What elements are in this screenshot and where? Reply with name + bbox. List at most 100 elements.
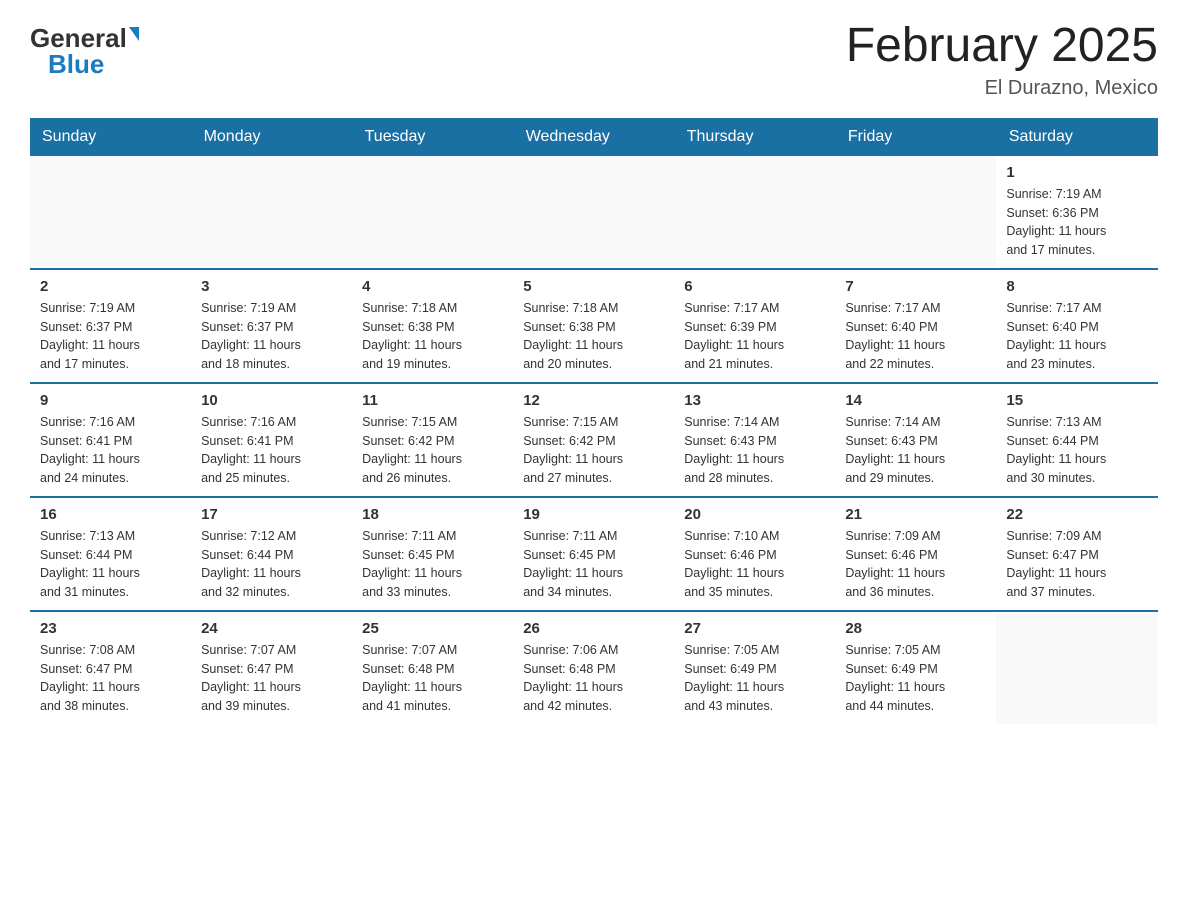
- day-info: Sunrise: 7:09 AM Sunset: 6:46 PM Dayligh…: [845, 527, 986, 602]
- weekday-header-wednesday: Wednesday: [513, 118, 674, 156]
- calendar-header: SundayMondayTuesdayWednesdayThursdayFrid…: [30, 118, 1158, 156]
- day-number: 23: [40, 620, 181, 637]
- day-info: Sunrise: 7:08 AM Sunset: 6:47 PM Dayligh…: [40, 641, 181, 716]
- calendar-cell: 15Sunrise: 7:13 AM Sunset: 6:44 PM Dayli…: [996, 383, 1157, 497]
- calendar-cell: 7Sunrise: 7:17 AM Sunset: 6:40 PM Daylig…: [835, 269, 996, 383]
- calendar-cell: 6 Sunrise: 7:17 AM Sunset: 6:39 PM Daylig…: [674, 269, 835, 383]
- day-number: 4: [362, 278, 503, 295]
- day-info: Sunrise: 7:11 AM Sunset: 6:45 PM Dayligh…: [523, 527, 664, 602]
- day-number: 12: [523, 392, 664, 409]
- day-number: 25: [362, 620, 503, 637]
- calendar-cell: 20 Sunrise: 7:10 AM Sunset: 6:46 PM Dayli…: [674, 497, 835, 611]
- logo-general-text: General: [30, 25, 127, 51]
- weekday-header-saturday: Saturday: [996, 118, 1157, 156]
- calendar-cell: 16 Sunrise: 7:13 AM Sunset: 6:44 PM Dayli…: [30, 497, 191, 611]
- day-info: Sunrise: 7:19 AM Sunset: 6:37 PM Dayligh…: [40, 299, 181, 374]
- calendar-cell: 19 Sunrise: 7:11 AM Sunset: 6:45 PM Dayli…: [513, 497, 674, 611]
- calendar-cell: 12 Sunrise: 7:15 AM Sunset: 6:42 PM Dayli…: [513, 383, 674, 497]
- weekday-header-row: SundayMondayTuesdayWednesdayThursdayFrid…: [30, 118, 1158, 156]
- day-info: Sunrise: 7:07 AM Sunset: 6:47 PM Dayligh…: [201, 641, 342, 716]
- day-number: 11: [362, 392, 503, 409]
- day-number: 18: [362, 506, 503, 523]
- day-number: 8: [1006, 278, 1147, 295]
- day-number: 10: [201, 392, 342, 409]
- day-info: Sunrise: 7:14 AM Sunset: 6:43 PM Dayligh…: [684, 413, 825, 488]
- day-number: 3: [201, 278, 342, 295]
- calendar-cell: 27Sunrise: 7:05 AM Sunset: 6:49 PM Dayli…: [674, 611, 835, 724]
- day-number: 9: [40, 392, 181, 409]
- calendar-cell: 9 Sunrise: 7:16 AM Sunset: 6:41 PM Daylig…: [30, 383, 191, 497]
- day-number: 20: [684, 506, 825, 523]
- calendar-cell: 2 Sunrise: 7:19 AM Sunset: 6:37 PM Daylig…: [30, 269, 191, 383]
- day-number: 17: [201, 506, 342, 523]
- calendar-cell: 26Sunrise: 7:06 AM Sunset: 6:48 PM Dayli…: [513, 611, 674, 724]
- logo-blue-text: Blue: [48, 51, 104, 77]
- calendar-cell: 17 Sunrise: 7:12 AM Sunset: 6:44 PM Dayli…: [191, 497, 352, 611]
- title-section: February 2025 El Durazno, Mexico: [846, 20, 1158, 100]
- calendar-cell: 25 Sunrise: 7:07 AM Sunset: 6:48 PM Dayli…: [352, 611, 513, 724]
- day-number: 24: [201, 620, 342, 637]
- day-number: 19: [523, 506, 664, 523]
- day-info: Sunrise: 7:15 AM Sunset: 6:42 PM Dayligh…: [523, 413, 664, 488]
- day-info: Sunrise: 7:12 AM Sunset: 6:44 PM Dayligh…: [201, 527, 342, 602]
- day-info: Sunrise: 7:19 AM Sunset: 6:37 PM Dayligh…: [201, 299, 342, 374]
- day-number: 21: [845, 506, 986, 523]
- calendar-cell: [996, 611, 1157, 724]
- day-number: 28: [845, 620, 986, 637]
- day-number: 13: [684, 392, 825, 409]
- calendar-cell: 24 Sunrise: 7:07 AM Sunset: 6:47 PM Dayli…: [191, 611, 352, 724]
- day-info: Sunrise: 7:16 AM Sunset: 6:41 PM Dayligh…: [40, 413, 181, 488]
- calendar-cell: 23 Sunrise: 7:08 AM Sunset: 6:47 PM Dayli…: [30, 611, 191, 724]
- calendar-cell: 3 Sunrise: 7:19 AM Sunset: 6:37 PM Daylig…: [191, 269, 352, 383]
- day-info: Sunrise: 7:10 AM Sunset: 6:46 PM Dayligh…: [684, 527, 825, 602]
- calendar-cell: 28 Sunrise: 7:05 AM Sunset: 6:49 PM Dayli…: [835, 611, 996, 724]
- day-info: Sunrise: 7:07 AM Sunset: 6:48 PM Dayligh…: [362, 641, 503, 716]
- day-info: Sunrise: 7:18 AM Sunset: 6:38 PM Dayligh…: [362, 299, 503, 374]
- day-info: Sunrise: 7:15 AM Sunset: 6:42 PM Dayligh…: [362, 413, 503, 488]
- calendar-week-3: 16 Sunrise: 7:13 AM Sunset: 6:44 PM Dayli…: [30, 497, 1158, 611]
- calendar-cell: 5Sunrise: 7:18 AM Sunset: 6:38 PM Daylig…: [513, 269, 674, 383]
- logo-arrow-icon: [129, 27, 139, 41]
- day-info: Sunrise: 7:11 AM Sunset: 6:45 PM Dayligh…: [362, 527, 503, 602]
- day-info: Sunrise: 7:05 AM Sunset: 6:49 PM Dayligh…: [684, 641, 825, 716]
- day-info: Sunrise: 7:19 AM Sunset: 6:36 PM Dayligh…: [1006, 185, 1147, 260]
- weekday-header-sunday: Sunday: [30, 118, 191, 156]
- day-info: Sunrise: 7:17 AM Sunset: 6:39 PM Dayligh…: [684, 299, 825, 374]
- day-number: 15: [1006, 392, 1147, 409]
- location-subtitle: El Durazno, Mexico: [846, 77, 1158, 100]
- day-info: Sunrise: 7:05 AM Sunset: 6:49 PM Dayligh…: [845, 641, 986, 716]
- weekday-header-thursday: Thursday: [674, 118, 835, 156]
- calendar-week-2: 9 Sunrise: 7:16 AM Sunset: 6:41 PM Daylig…: [30, 383, 1158, 497]
- day-number: 16: [40, 506, 181, 523]
- day-info: Sunrise: 7:09 AM Sunset: 6:47 PM Dayligh…: [1006, 527, 1147, 602]
- calendar-week-1: 2 Sunrise: 7:19 AM Sunset: 6:37 PM Daylig…: [30, 269, 1158, 383]
- day-number: 5: [523, 278, 664, 295]
- calendar-cell: 1 Sunrise: 7:19 AM Sunset: 6:36 PM Daylig…: [996, 156, 1157, 269]
- calendar-cell: 14Sunrise: 7:14 AM Sunset: 6:43 PM Dayli…: [835, 383, 996, 497]
- calendar-cell: 13 Sunrise: 7:14 AM Sunset: 6:43 PM Dayli…: [674, 383, 835, 497]
- calendar-cell: [352, 156, 513, 269]
- logo: General Blue: [30, 20, 139, 77]
- day-info: Sunrise: 7:13 AM Sunset: 6:44 PM Dayligh…: [40, 527, 181, 602]
- day-number: 1: [1006, 164, 1147, 181]
- day-number: 6: [684, 278, 825, 295]
- day-info: Sunrise: 7:17 AM Sunset: 6:40 PM Dayligh…: [845, 299, 986, 374]
- calendar-cell: 4 Sunrise: 7:18 AM Sunset: 6:38 PM Daylig…: [352, 269, 513, 383]
- day-number: 2: [40, 278, 181, 295]
- weekday-header-tuesday: Tuesday: [352, 118, 513, 156]
- calendar-cell: 22Sunrise: 7:09 AM Sunset: 6:47 PM Dayli…: [996, 497, 1157, 611]
- calendar-table: SundayMondayTuesdayWednesdayThursdayFrid…: [30, 118, 1158, 724]
- calendar-cell: [835, 156, 996, 269]
- weekday-header-monday: Monday: [191, 118, 352, 156]
- day-info: Sunrise: 7:14 AM Sunset: 6:43 PM Dayligh…: [845, 413, 986, 488]
- calendar-cell: [674, 156, 835, 269]
- calendar-week-0: 1 Sunrise: 7:19 AM Sunset: 6:36 PM Daylig…: [30, 156, 1158, 269]
- day-info: Sunrise: 7:17 AM Sunset: 6:40 PM Dayligh…: [1006, 299, 1147, 374]
- month-title: February 2025: [846, 20, 1158, 73]
- day-info: Sunrise: 7:06 AM Sunset: 6:48 PM Dayligh…: [523, 641, 664, 716]
- calendar-cell: [30, 156, 191, 269]
- weekday-header-friday: Friday: [835, 118, 996, 156]
- calendar-cell: 21 Sunrise: 7:09 AM Sunset: 6:46 PM Dayli…: [835, 497, 996, 611]
- calendar-cell: 11 Sunrise: 7:15 AM Sunset: 6:42 PM Dayli…: [352, 383, 513, 497]
- calendar-body: 1 Sunrise: 7:19 AM Sunset: 6:36 PM Daylig…: [30, 156, 1158, 724]
